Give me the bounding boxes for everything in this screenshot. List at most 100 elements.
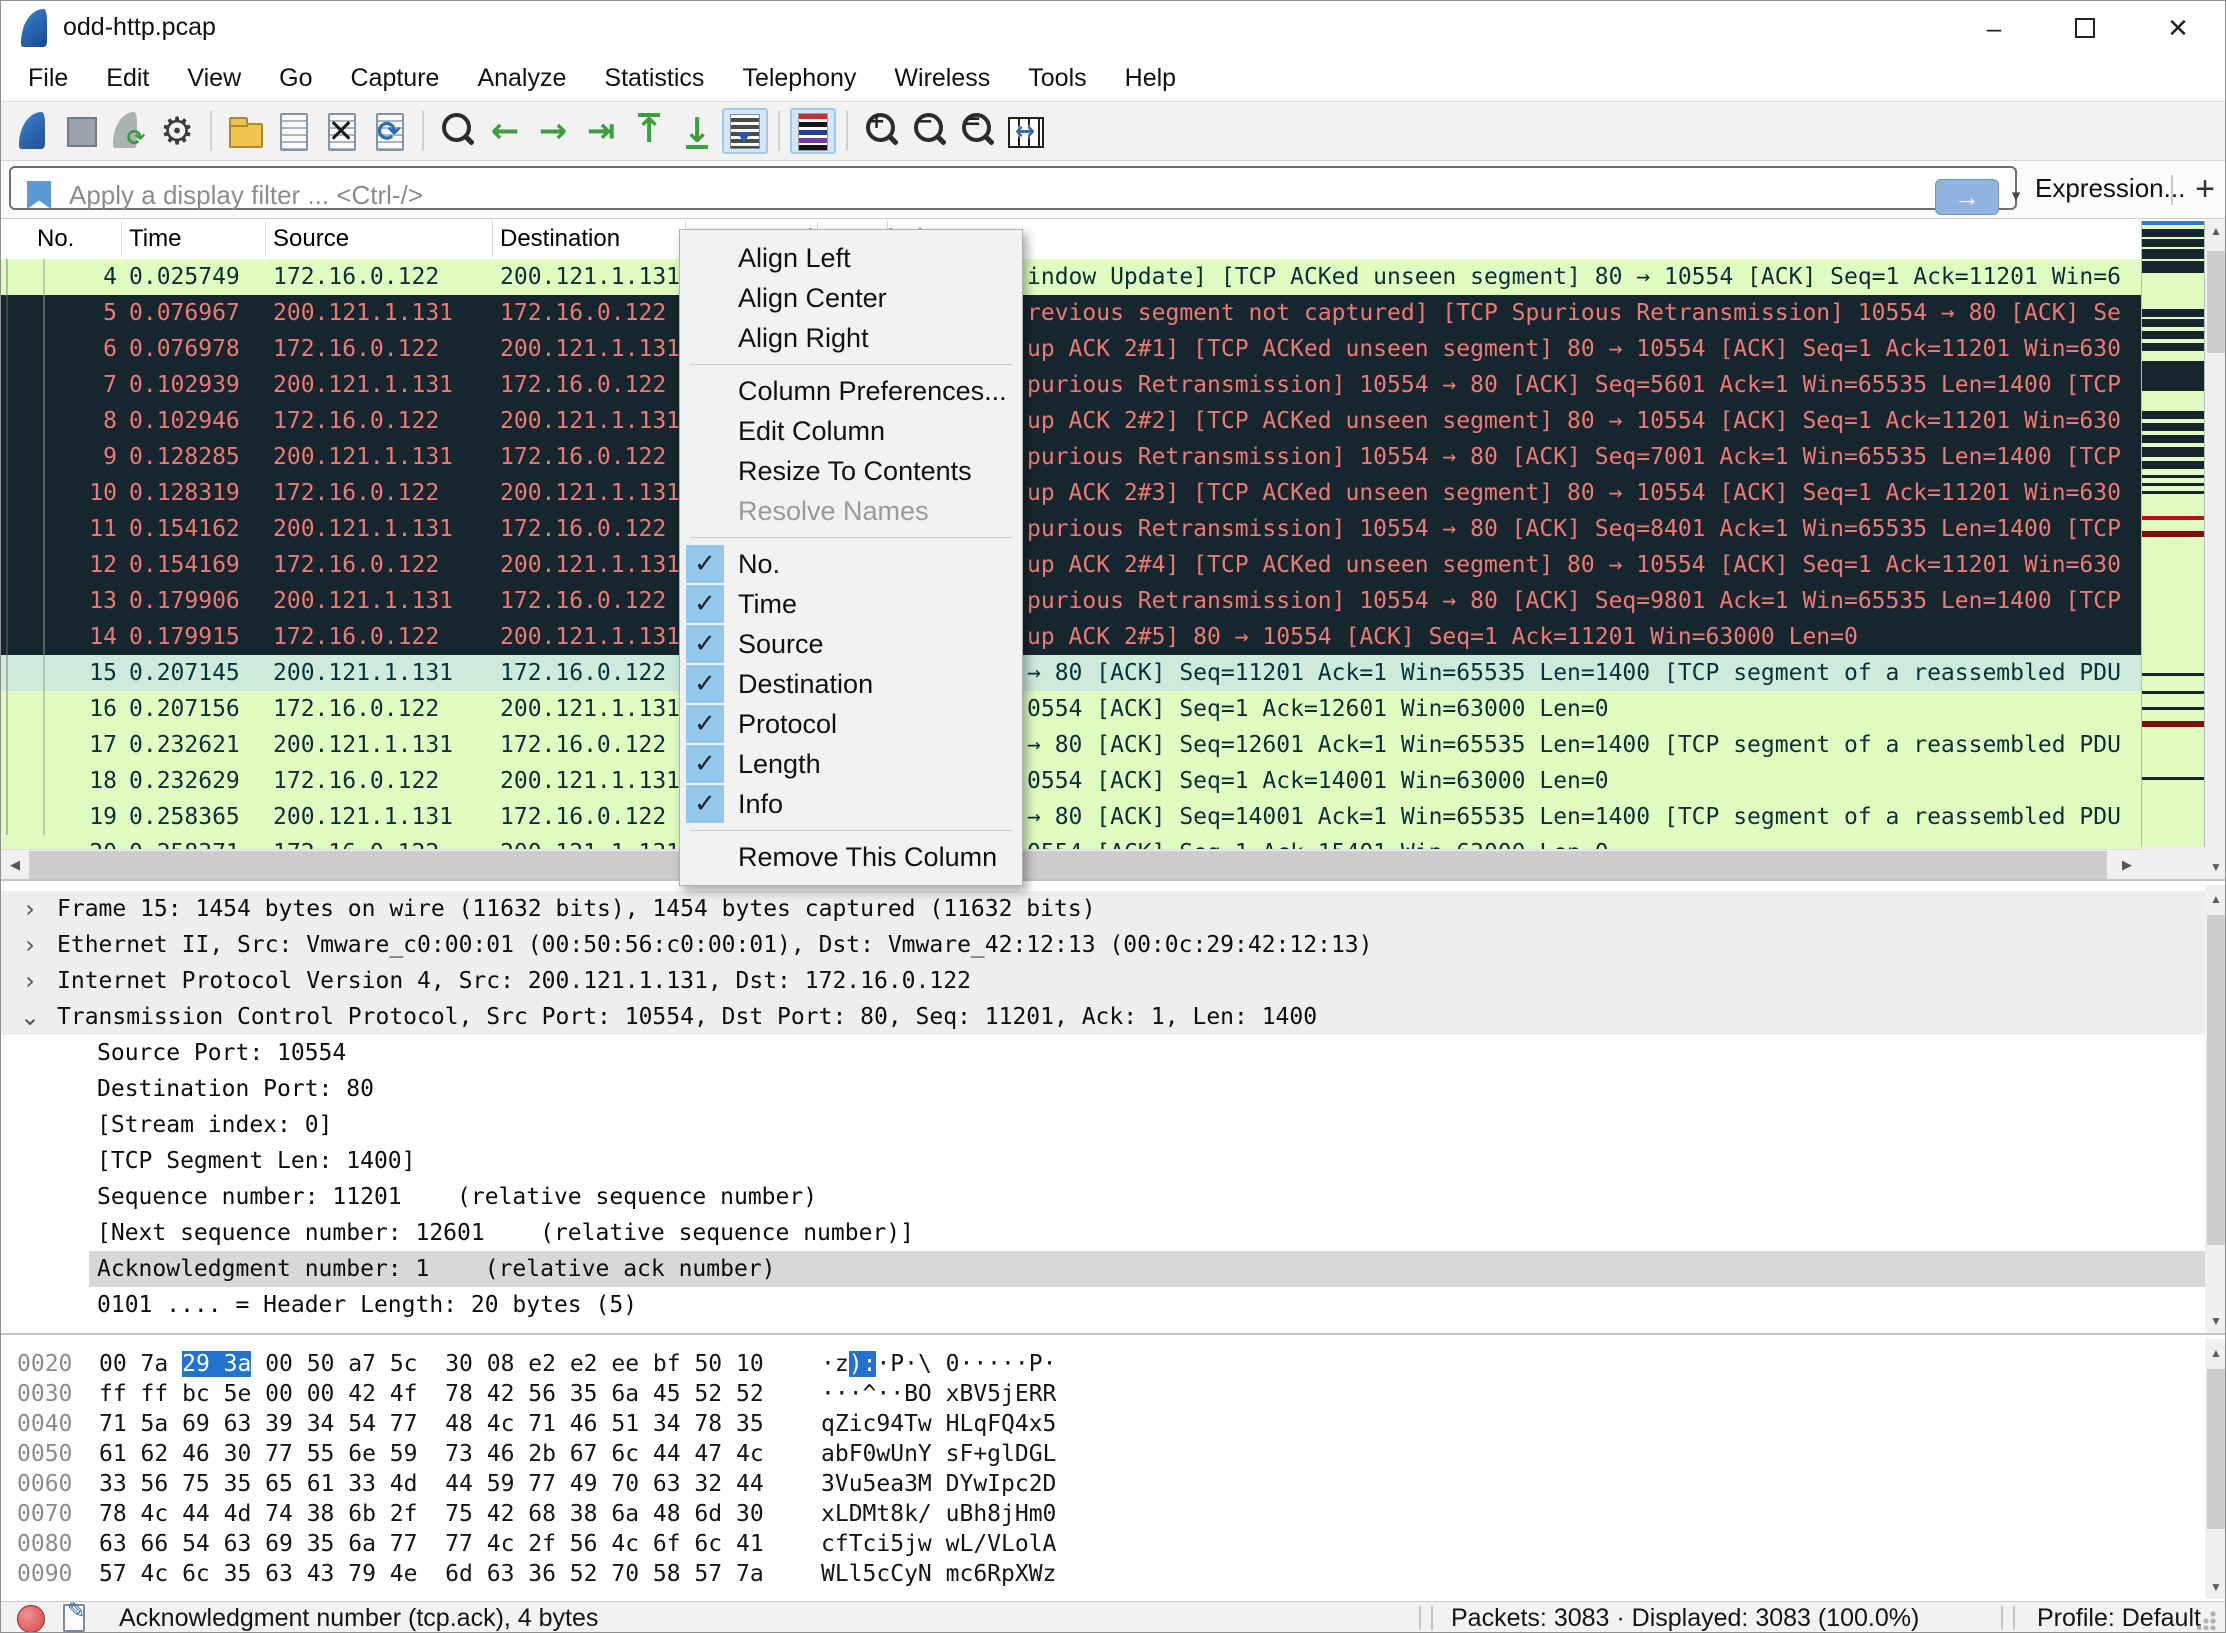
hex-row[interactable]: 005061 62 46 30 77 55 6e 59 73 46 2b 67 … [1, 1439, 2205, 1469]
packet-row[interactable]: 140.179915172.16.0.122200.121.1.131up AC… [1, 619, 2141, 655]
menu-file[interactable]: File [9, 64, 87, 93]
filter-bookmark-icon[interactable] [27, 181, 51, 209]
resize-columns-icon[interactable]: ↔ [1002, 108, 1048, 154]
expression-button[interactable]: Expression... [2035, 173, 2185, 204]
zoom-out-icon[interactable]: − [906, 108, 952, 154]
restart-capture-icon[interactable]: ⟳ [106, 108, 152, 154]
filter-history-caret-icon[interactable]: ▾ [2003, 179, 2029, 213]
menu-view[interactable]: View [168, 64, 260, 93]
horizontal-scrollbar[interactable]: ◀ ▶ [1, 849, 2141, 880]
context-menu-item-resize-to-contents[interactable]: Resize To Contents [680, 451, 1022, 491]
packet-row[interactable]: 50.076967200.121.1.131172.16.0.122reviou… [1, 295, 2141, 331]
go-last-icon[interactable]: ↓ [674, 108, 720, 154]
context-menu-item-destination[interactable]: Destination✓ [680, 664, 1022, 704]
detail-line[interactable]: [TCP Segment Len: 1400] [1, 1143, 2205, 1179]
packet-row[interactable]: 130.179906200.121.1.131172.16.0.122purio… [1, 583, 2141, 619]
detail-line[interactable]: Sequence number: 11201 (relative sequenc… [1, 1179, 2205, 1215]
scroll-up-icon[interactable]: ▲ [2205, 219, 2226, 243]
horizontal-scroll-thumb[interactable] [29, 851, 2107, 879]
column-header-time[interactable]: Time [129, 225, 181, 253]
menu-edit[interactable]: Edit [87, 64, 168, 93]
packet-row[interactable]: 180.232629172.16.0.122200.121.1.1310554 … [1, 763, 2141, 799]
packet-row[interactable]: 70.102939200.121.1.131172.16.0.122puriou… [1, 367, 2141, 403]
menu-telephony[interactable]: Telephony [723, 64, 875, 93]
auto-scroll-icon[interactable] [722, 108, 768, 154]
packet-list-scrollbar[interactable]: ▲ ▼ [2205, 219, 2226, 879]
detail-line[interactable]: Destination Port: 80 [1, 1071, 2205, 1107]
context-menu-item-remove-this-column[interactable]: Remove This Column [680, 837, 1022, 877]
packet-list-scroll-thumb[interactable] [2207, 251, 2225, 353]
hex-row[interactable]: 009057 4c 6c 35 63 43 79 4e 6d 63 36 52 … [1, 1559, 2205, 1589]
menu-analyze[interactable]: Analyze [458, 64, 585, 93]
apply-filter-button[interactable]: → [1935, 179, 1999, 215]
context-menu-item-time[interactable]: Time✓ [680, 584, 1022, 624]
context-menu-item-source[interactable]: Source✓ [680, 624, 1022, 664]
context-menu-item-align-right[interactable]: Align Right [680, 318, 1022, 358]
hex-row[interactable]: 004071 5a 69 63 39 34 54 77 48 4c 71 46 … [1, 1409, 2205, 1439]
go-first-icon[interactable]: ↑ [626, 108, 672, 154]
go-back-icon[interactable]: ← [482, 108, 528, 154]
scroll-up-icon[interactable]: ▲ [2205, 887, 2226, 911]
scroll-down-icon[interactable]: ▼ [2205, 855, 2226, 879]
detail-line[interactable]: [Stream index: 0] [1, 1107, 2205, 1143]
reload-file-icon[interactable]: ⟳ [366, 108, 412, 154]
checkbox-source[interactable]: ✓ [686, 625, 724, 663]
colorize-icon[interactable] [790, 108, 836, 154]
hex-row[interactable]: 002000 7a 29 3a 00 50 a7 5c 30 08 e2 e2 … [1, 1349, 2205, 1379]
menu-capture[interactable]: Capture [332, 64, 459, 93]
minimize-button[interactable]: – [1961, 1, 2027, 55]
hex-scroll-thumb[interactable] [2207, 1369, 2225, 1529]
capture-comment-icon[interactable]: ✎ [63, 1604, 85, 1632]
display-filter-input[interactable]: Apply a display filter ... <Ctrl-/> → ▾ [9, 166, 2017, 210]
detail-line[interactable]: Source Port: 10554 [1, 1035, 2205, 1071]
hex-row[interactable]: 007078 4c 44 4d 74 38 6b 2f 75 42 68 38 … [1, 1499, 2205, 1529]
add-filter-button[interactable]: + [2185, 167, 2225, 211]
context-menu-item-edit-column[interactable]: Edit Column [680, 411, 1022, 451]
context-menu-item-align-left[interactable]: Align Left [680, 238, 1022, 278]
scroll-left-icon[interactable]: ◀ [1, 850, 29, 880]
start-capture-icon[interactable] [10, 108, 56, 154]
maximize-button[interactable] [2052, 1, 2118, 55]
column-header-no[interactable]: No. [37, 225, 74, 253]
packet-row[interactable]: 120.154169172.16.0.122200.121.1.131up AC… [1, 547, 2141, 583]
checkbox-info[interactable]: ✓ [686, 785, 724, 823]
collapse-icon[interactable]: ⌄ [13, 999, 47, 1035]
detail-line[interactable]: ›Internet Protocol Version 4, Src: 200.1… [1, 963, 2205, 999]
detail-scroll-thumb[interactable] [2207, 915, 2225, 1245]
hex-scrollbar[interactable]: ▲ ▼ [2205, 1339, 2226, 1599]
packet-row[interactable]: 170.232621200.121.1.131172.16.0.122→ 80 … [1, 727, 2141, 763]
close-file-icon[interactable]: ✕ [318, 108, 364, 154]
packet-row[interactable]: 80.102946172.16.0.122200.121.1.131up ACK… [1, 403, 2141, 439]
expand-icon[interactable]: › [13, 927, 47, 963]
menu-tools[interactable]: Tools [1009, 64, 1105, 93]
packet-minimap[interactable] [2141, 221, 2205, 847]
resize-grip[interactable] [2197, 1610, 2217, 1630]
packet-row[interactable]: 60.076978172.16.0.122200.121.1.131up ACK… [1, 331, 2141, 367]
capture-options-icon[interactable]: ⚙ [154, 108, 200, 154]
open-file-icon[interactable] [222, 108, 268, 154]
packet-row[interactable]: 150.207145200.121.1.131172.16.0.122→ 80 … [1, 655, 2141, 691]
context-menu-item-resolve-names[interactable]: Resolve Names [680, 491, 1022, 531]
scroll-right-icon[interactable]: ▶ [2113, 850, 2141, 880]
save-file-icon[interactable] [270, 108, 316, 154]
scroll-up-icon[interactable]: ▲ [2205, 1341, 2226, 1365]
menu-statistics[interactable]: Statistics [585, 64, 723, 93]
detail-scrollbar[interactable]: ▲ ▼ [2205, 885, 2226, 1333]
checkbox-protocol[interactable]: ✓ [686, 705, 724, 743]
zoom-reset-icon[interactable]: = [954, 108, 1000, 154]
packet-row[interactable]: 40.025749172.16.0.122200.121.1.131indow … [1, 259, 2141, 295]
detail-line[interactable]: ⌄Transmission Control Protocol, Src Port… [1, 999, 2205, 1035]
hex-row[interactable]: 0030ff ff bc 5e 00 00 42 4f 78 42 56 35 … [1, 1379, 2205, 1409]
packet-row[interactable]: 100.128319172.16.0.122200.121.1.131up AC… [1, 475, 2141, 511]
scroll-down-icon[interactable]: ▼ [2205, 1575, 2226, 1599]
find-packet-icon[interactable] [434, 108, 480, 154]
checkbox-time[interactable]: ✓ [686, 585, 724, 623]
packet-row[interactable]: 160.207156172.16.0.122200.121.1.1310554 … [1, 691, 2141, 727]
go-to-packet-icon[interactable]: ⇥ [578, 108, 624, 154]
expand-icon[interactable]: › [13, 963, 47, 999]
partial-packet-row[interactable]: 200.258371172.16.0.122200.121.1.1310554 … [1, 835, 2141, 849]
context-menu-item-protocol[interactable]: Protocol✓ [680, 704, 1022, 744]
context-menu-item-length[interactable]: Length✓ [680, 744, 1022, 784]
detail-line[interactable]: 0101 .... = Header Length: 20 bytes (5) [1, 1287, 2205, 1323]
expert-info-icon[interactable] [17, 1605, 45, 1633]
